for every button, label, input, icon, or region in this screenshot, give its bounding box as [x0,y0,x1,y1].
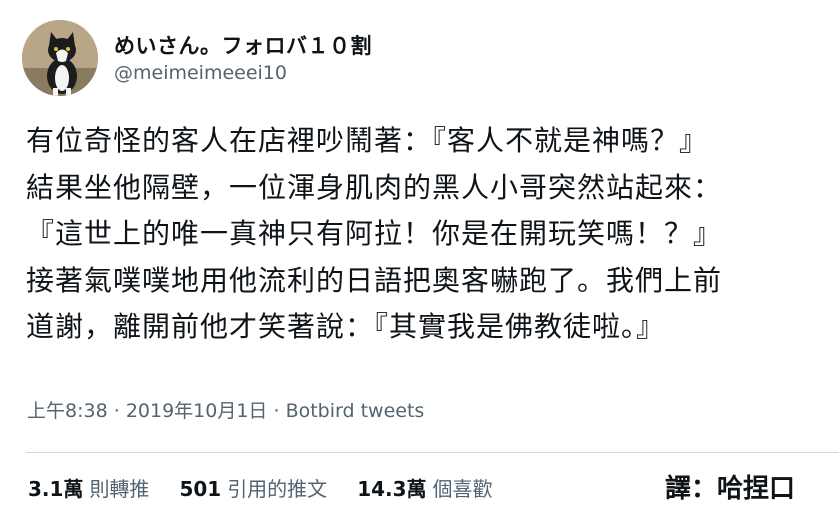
tweet-line: 道謝，離開前他才笑著說：『其實我是佛教徒啦。』 [26,310,666,343]
tweet-line: 接著氣噗噗地用他流利的日語把奧客嚇跑了。我們上前 [26,263,723,297]
translator-credit: 譯：哈捏口 [664,474,795,504]
tweet-stats: 3.1萬 則轉推 501 引用的推文 14.3萬 個喜歡 [28,473,523,502]
quotes-stat[interactable]: 501 引用的推文 [179,473,327,502]
tweet-source[interactable]: Botbird tweets [286,400,425,422]
tweet-line: 『這世上的唯一真神只有阿拉！你是在開玩笑嗎！？』 [26,217,723,250]
display-name[interactable]: めいさん。フォロバ１０割 [114,30,372,60]
divider [26,452,839,453]
likes-stat[interactable]: 14.3萬 個喜歡 [357,473,492,502]
retweets-stat[interactable]: 3.1萬 則轉推 [28,473,149,502]
user-handle[interactable]: @meimeimeeei10 [114,62,287,84]
meta-separator: · [113,400,120,422]
tweet-time[interactable]: 上午8:38 [27,400,108,422]
likes-label: 個喜歡 [432,477,493,501]
retweets-count: 3.1萬 [28,477,84,501]
retweets-label: 則轉推 [89,477,150,501]
meta-separator: · [273,400,280,422]
avatar[interactable] [22,20,98,96]
tweet-meta: 上午8:38 · 2019年10月1日 · Botbird tweets [27,396,424,423]
quotes-count: 501 [179,477,222,501]
likes-count: 14.3萬 [357,477,427,501]
cat-avatar-icon [22,20,98,96]
tweet-line: 結果坐他隔壁，一位渾身肌肉的黑人小哥突然站起來： [26,170,723,204]
tweet-text: 有位奇怪的客人在店裡吵鬧著：『客人不就是神嗎？』 結果坐他隔壁，一位渾身肌肉的黑… [26,118,831,351]
quotes-label: 引用的推文 [227,477,328,501]
tweet-date[interactable]: 2019年10月1日 [126,400,268,422]
tweet-line: 有位奇怪的客人在店裡吵鬧著：『客人不就是神嗎？』 [26,124,709,157]
